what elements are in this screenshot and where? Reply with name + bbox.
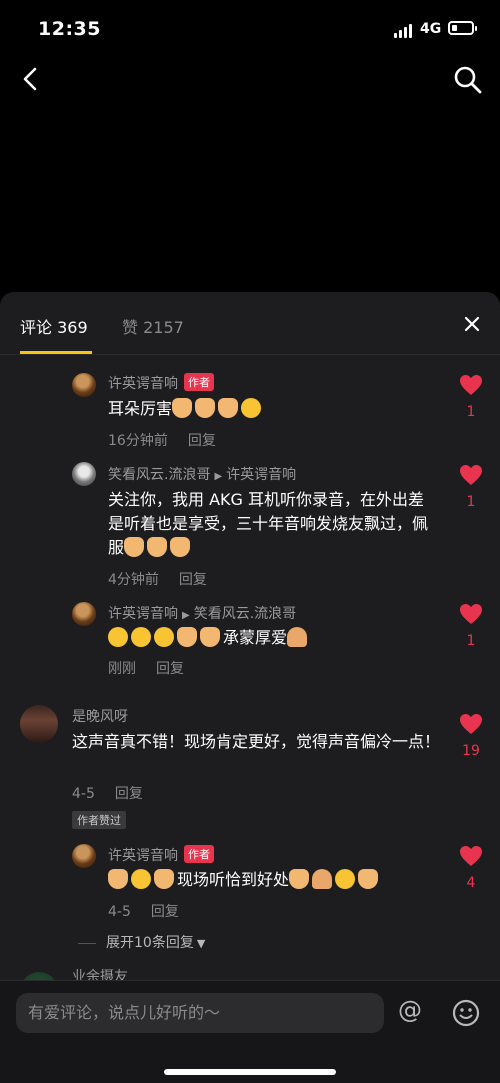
emoji-icon[interactable] (452, 999, 480, 1027)
like-button[interactable]: 1 (456, 464, 486, 510)
thumbs-up-emoji-icon (172, 398, 193, 418)
grin-emoji-icon (108, 627, 128, 647)
heart-icon (460, 375, 482, 395)
thumbs-up-emoji-icon (195, 398, 216, 418)
like-button[interactable]: 1 (456, 603, 486, 649)
reply-to-username[interactable]: 笑看风云.流浪哥 (194, 606, 296, 622)
comment-input[interactable]: 有爱评论，说点儿好听的～ (16, 993, 384, 1033)
comment-username[interactable]: 许英谔音响 (108, 606, 178, 622)
reply-button[interactable]: 回复 (179, 572, 207, 588)
heart-icon (460, 465, 482, 485)
thumbs-up-emoji-icon (170, 537, 191, 557)
search-icon[interactable] (452, 64, 484, 96)
shocked-face-emoji-icon (335, 869, 356, 889)
reply-button[interactable]: 回复 (156, 661, 184, 677)
comment-text: 耳朵厉害 (108, 399, 173, 418)
network-label: 4G (420, 21, 442, 37)
thumbs-up-emoji-icon (154, 869, 174, 889)
tab-comments[interactable]: 评论 369 (20, 314, 88, 338)
comment-time: 4-5 (72, 786, 95, 802)
comment-text: 这声音真不错！现场肯定更好，觉得声音偏冷一点！ (72, 732, 441, 751)
author-liked-badge: 作者赞过 (72, 811, 126, 829)
heart-icon (460, 846, 482, 866)
reply-to-username[interactable]: 许英谔音响 (226, 467, 296, 483)
thumbs-up-emoji-icon (124, 537, 145, 557)
clap-emoji-icon (289, 869, 310, 889)
like-count: 4 (466, 875, 476, 891)
like-button[interactable]: 1 (456, 374, 486, 420)
expand-replies-label: 展开10条回复 (106, 935, 194, 951)
comment-username[interactable]: 许英谔音响 (108, 848, 178, 864)
comment-sheet: 评论 369 赞 2157 许英谔音响 作者 耳朵厉害 16分钟前 回复 1 笑看风… (0, 292, 500, 1082)
author-badge: 作者 (184, 845, 214, 863)
handshake-emoji-icon (358, 869, 379, 889)
comment-username[interactable]: 笑看风云.流浪哥 (108, 467, 210, 483)
comment-time: 刚刚 (108, 661, 136, 677)
reply-arrow-icon: ▶ (214, 471, 223, 482)
chevron-down-icon: ▼ (196, 937, 206, 950)
heart-icon (460, 604, 482, 624)
avatar[interactable] (72, 602, 96, 626)
comment-username[interactable]: 许英谔音响 (108, 376, 178, 392)
clap-emoji-icon (200, 627, 220, 647)
status-bar: 12:35 4G (0, 0, 500, 58)
clap-emoji-icon (218, 398, 239, 418)
expand-replies-button[interactable]: 展开10条回复 ▼ (106, 932, 205, 952)
thumbs-up-emoji-icon (147, 537, 168, 557)
shocked-face-emoji-icon (241, 398, 262, 418)
like-count: 19 (462, 743, 480, 759)
avatar[interactable] (20, 705, 58, 743)
close-icon[interactable] (462, 314, 482, 334)
shocked-face-emoji-icon (154, 627, 174, 647)
home-indicator (164, 1069, 336, 1075)
comment-time: 4分钟前 (108, 572, 159, 588)
laughing-emoji-icon (131, 627, 151, 647)
comment-text: 现场听恰到好处 (177, 870, 290, 889)
thumbs-up-emoji-icon (177, 627, 197, 647)
at-icon[interactable]: @ (398, 996, 422, 1024)
like-count: 1 (466, 404, 476, 420)
heart-icon (460, 714, 482, 734)
reply-button[interactable]: 回复 (188, 433, 216, 449)
reply-button[interactable]: 回复 (115, 786, 143, 802)
expand-divider (78, 943, 96, 944)
back-arrow-icon[interactable] (16, 64, 46, 94)
comment-time: 4-5 (108, 904, 131, 920)
like-count: 1 (466, 633, 476, 649)
reply-button[interactable]: 回复 (151, 904, 179, 920)
pray-emoji-icon (287, 627, 308, 647)
author-badge: 作者 (184, 373, 214, 391)
comment-input-bar: 有爱评论，说点儿好听的～ @ (0, 980, 500, 1083)
comment-tabs: 评论 369 赞 2157 (0, 292, 500, 355)
tab-active-indicator (20, 351, 92, 354)
shocked-face-emoji-icon (131, 869, 151, 889)
reply-arrow-icon: ▶ (182, 610, 190, 621)
avatar[interactable] (72, 844, 96, 868)
like-count: 1 (466, 494, 476, 510)
comment-username[interactable]: 是晚风呀 (72, 709, 128, 725)
like-button[interactable]: 19 (456, 713, 486, 759)
pray-emoji-icon (312, 869, 333, 889)
tab-likes[interactable]: 赞 2157 (122, 314, 184, 338)
like-button[interactable]: 4 (456, 845, 486, 891)
signal-icon (394, 22, 414, 38)
avatar[interactable] (72, 462, 96, 486)
handshake-emoji-icon (108, 869, 128, 889)
comment-time: 16分钟前 (108, 433, 168, 449)
avatar[interactable] (72, 373, 96, 397)
status-time: 12:35 (38, 18, 101, 40)
comment-text: 承蒙厚爱 (223, 628, 288, 647)
battery-icon (448, 21, 477, 35)
